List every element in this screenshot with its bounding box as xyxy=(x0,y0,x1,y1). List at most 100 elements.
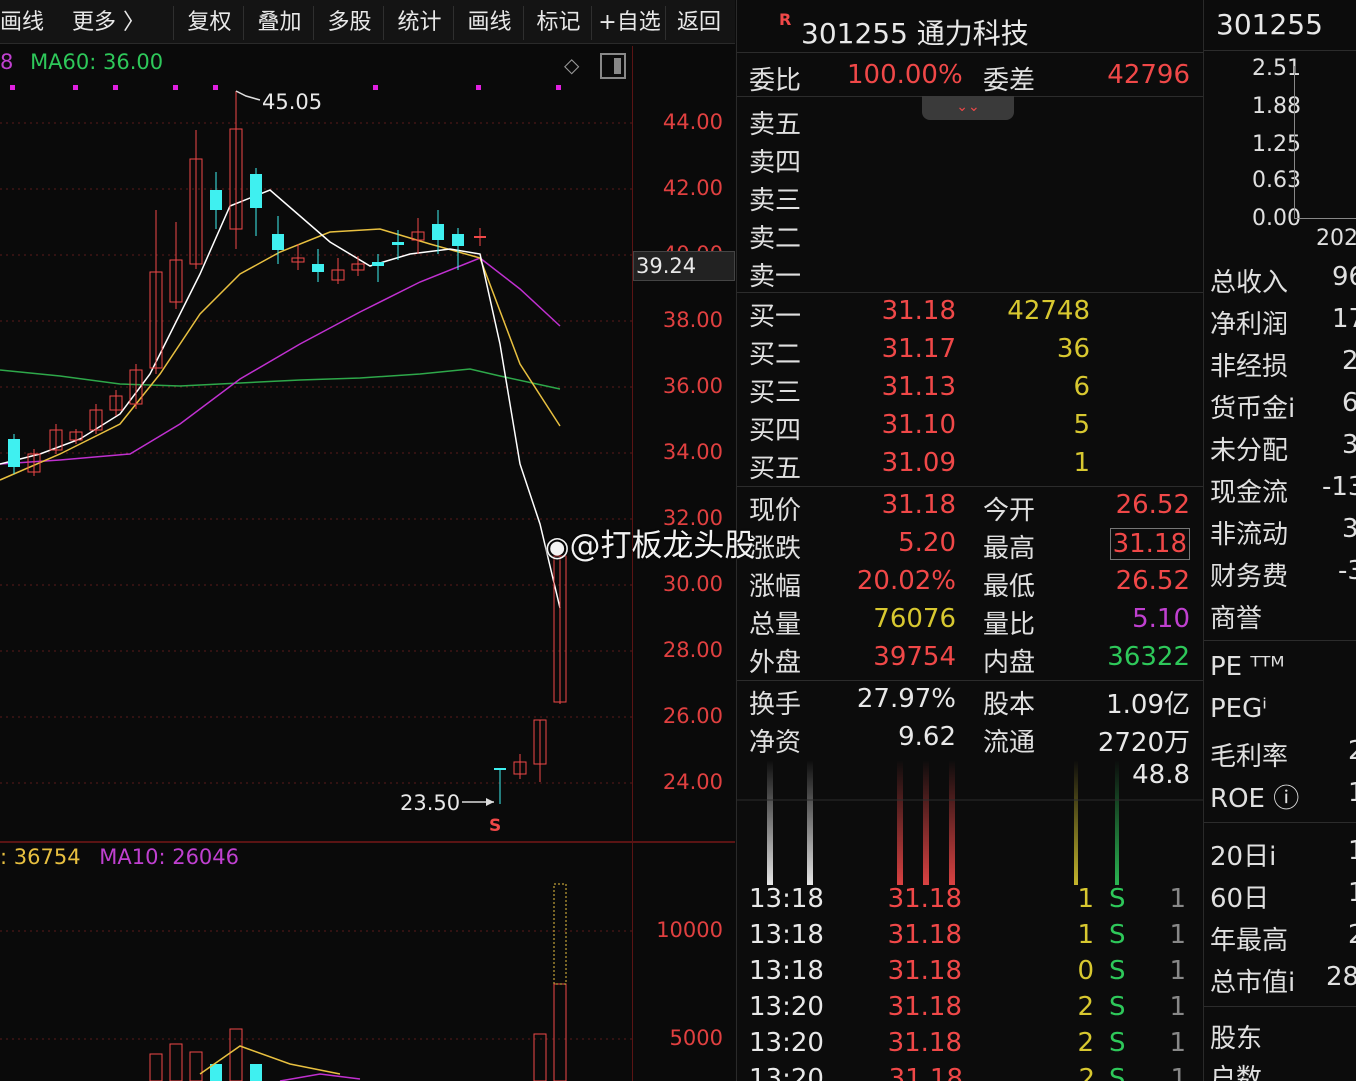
fin-row-value: 1 xyxy=(1348,878,1356,908)
stat-value-highlight: 31.18 xyxy=(1109,528,1190,560)
fin-row-label: 非流动 xyxy=(1210,520,1289,550)
kline-svg xyxy=(0,85,632,1081)
toolbar-draw-line[interactable]: 画线 xyxy=(456,6,524,40)
tick-time: 13:18 xyxy=(749,920,824,950)
cursor-price-label: 39.24 xyxy=(633,251,735,281)
stat-label: 最低 xyxy=(983,572,1036,602)
stat-value: 26.52 xyxy=(1115,566,1190,596)
stat-label: 涨幅 xyxy=(749,572,802,602)
price-label: 24.00 xyxy=(662,770,723,794)
toolbar-overlay[interactable]: 叠加 xyxy=(246,6,314,40)
toolbar-multi-stock[interactable]: 多股 xyxy=(316,6,384,40)
stat-value: 2720万 xyxy=(1097,728,1190,758)
stat-value: 1.09亿 xyxy=(1106,690,1190,720)
stat-value: 26.52 xyxy=(1115,490,1190,520)
weibi-value: 100.00% xyxy=(847,60,963,90)
price-label: 42.00 xyxy=(662,176,723,200)
pane-separator[interactable] xyxy=(0,841,735,843)
stat-value: 27.97% xyxy=(856,684,956,714)
tick-time: 13:20 xyxy=(749,1028,824,1058)
chart-toolbar: 画线 更多 〉 复权 叠加 多股 统计 画线 标记 +自选 返回 xyxy=(0,0,735,44)
volume-legend: : 36754 MA10: 26046 xyxy=(0,845,239,869)
ma60-line xyxy=(0,368,561,390)
fin-row-value: 2 xyxy=(1348,736,1356,766)
stat-label: 现价 xyxy=(749,496,802,526)
fin-row-label: 货币金i xyxy=(1210,394,1296,424)
volume-bars xyxy=(149,883,567,1081)
stock-title[interactable]: 301255 通力科技 xyxy=(801,12,1029,52)
fin-row-value: 1 xyxy=(1348,778,1356,808)
stat-value: 76076 xyxy=(873,604,956,634)
tick-volume: 2 xyxy=(1077,1028,1094,1058)
stat-label: 换手 xyxy=(749,690,802,720)
toolbar-add-watchlist[interactable]: +自选 xyxy=(594,6,666,40)
ask3-label: 卖三 xyxy=(749,186,802,216)
toolbar-mark[interactable]: 标记 xyxy=(526,6,592,40)
toolbar-statistics[interactable]: 统计 xyxy=(386,6,454,40)
price-label: 30.00 xyxy=(662,572,723,596)
price-label: 28.00 xyxy=(662,638,723,662)
toolbar-restore-rights[interactable]: 复权 xyxy=(176,6,244,40)
tick-volume: 0 xyxy=(1077,956,1094,986)
financials-panel: 301255 2.51 1.88 1.25 0.63 0.00 202 总收入 9… xyxy=(1203,0,1356,1081)
weibo-watermark: ◉@打板龙头股 xyxy=(545,520,755,565)
fin-row-value: 2 xyxy=(1342,346,1356,376)
ask2-label: 卖二 xyxy=(749,224,802,254)
fin-row-label: 总市值i xyxy=(1210,968,1296,998)
toolbar-more[interactable]: 更多 〉 xyxy=(44,6,174,40)
price-label: 36.00 xyxy=(662,374,723,398)
collapse-chevron-icon[interactable]: ⌄⌄ xyxy=(922,96,1014,120)
toolbar-draw-partial[interactable]: 画线 xyxy=(0,6,44,40)
fin-row-label: 20日i xyxy=(1210,842,1277,872)
price-label: 44.00 xyxy=(662,110,723,134)
fin-row-value: 1 xyxy=(1348,836,1356,866)
tick-side: S xyxy=(1109,992,1126,1022)
candles xyxy=(8,91,567,804)
bid-label: 买二 xyxy=(749,340,802,370)
r-badge: R xyxy=(779,10,792,29)
toolbar-back[interactable]: 返回 xyxy=(668,6,730,40)
tick-volume: 1 xyxy=(1077,884,1094,914)
tick-volume: 2 xyxy=(1077,992,1094,1022)
volume-label: 10000 xyxy=(656,918,723,942)
ask1-label: 卖一 xyxy=(749,262,802,292)
fin-row-label: 毛利率 xyxy=(1210,742,1289,772)
fin-stock-code: 301255 xyxy=(1216,8,1323,41)
tick-volume: 2 xyxy=(1078,1064,1095,1081)
tick-side: S xyxy=(1109,884,1126,914)
tick-price: 31.18 xyxy=(887,992,962,1022)
tick-count: 1 xyxy=(1169,1028,1186,1058)
tick-count: 1 xyxy=(1169,884,1186,914)
bid-label: 买四 xyxy=(749,416,802,446)
bid-volume: 6 xyxy=(1073,372,1090,402)
fin-row-value: -13 xyxy=(1322,472,1356,502)
stat-label: 总量 xyxy=(749,610,802,640)
stat-label: 量比 xyxy=(983,610,1036,640)
bid-price: 31.10 xyxy=(881,410,956,440)
stat-value: 31.18 xyxy=(881,490,956,520)
bid-volume: 1 xyxy=(1073,448,1090,478)
quote-panel: R 301255 通力科技 委比 100.00% 委差 42796 ⌄⌄ 卖五 … xyxy=(736,0,1203,1081)
fin-row-label: 净利润 xyxy=(1210,310,1289,340)
weibi-label: 委比 xyxy=(749,66,802,96)
vol-legend-value: : 36754 xyxy=(0,845,81,869)
fin-row-label: 财务费 xyxy=(1210,562,1289,592)
fin-year: 202 xyxy=(1316,226,1356,251)
ask4-label: 卖四 xyxy=(749,148,802,178)
fin-row-label: 户数 xyxy=(1210,1064,1263,1081)
bid-price: 31.09 xyxy=(881,448,956,478)
tick-time: 13:20 xyxy=(749,992,824,1022)
fin-row-label: 未分配 xyxy=(1210,436,1289,466)
tick-side: S xyxy=(1109,920,1126,950)
fin-row-value: 3 xyxy=(1342,430,1356,460)
watermark-text: @打板龙头股 xyxy=(569,528,756,564)
signal-s-mark: S xyxy=(489,816,502,836)
stat-label: 今开 xyxy=(983,496,1036,526)
stat-label: 内盘 xyxy=(983,648,1036,678)
price-label: 26.00 xyxy=(662,704,723,728)
fin-row-label: PEGⁱ xyxy=(1210,694,1267,724)
stat-value: 36322 xyxy=(1107,642,1190,672)
stat-value: 5.20 xyxy=(898,528,956,558)
tick-count: 1 xyxy=(1169,992,1186,1022)
fin-row-value: 6 xyxy=(1342,388,1356,418)
